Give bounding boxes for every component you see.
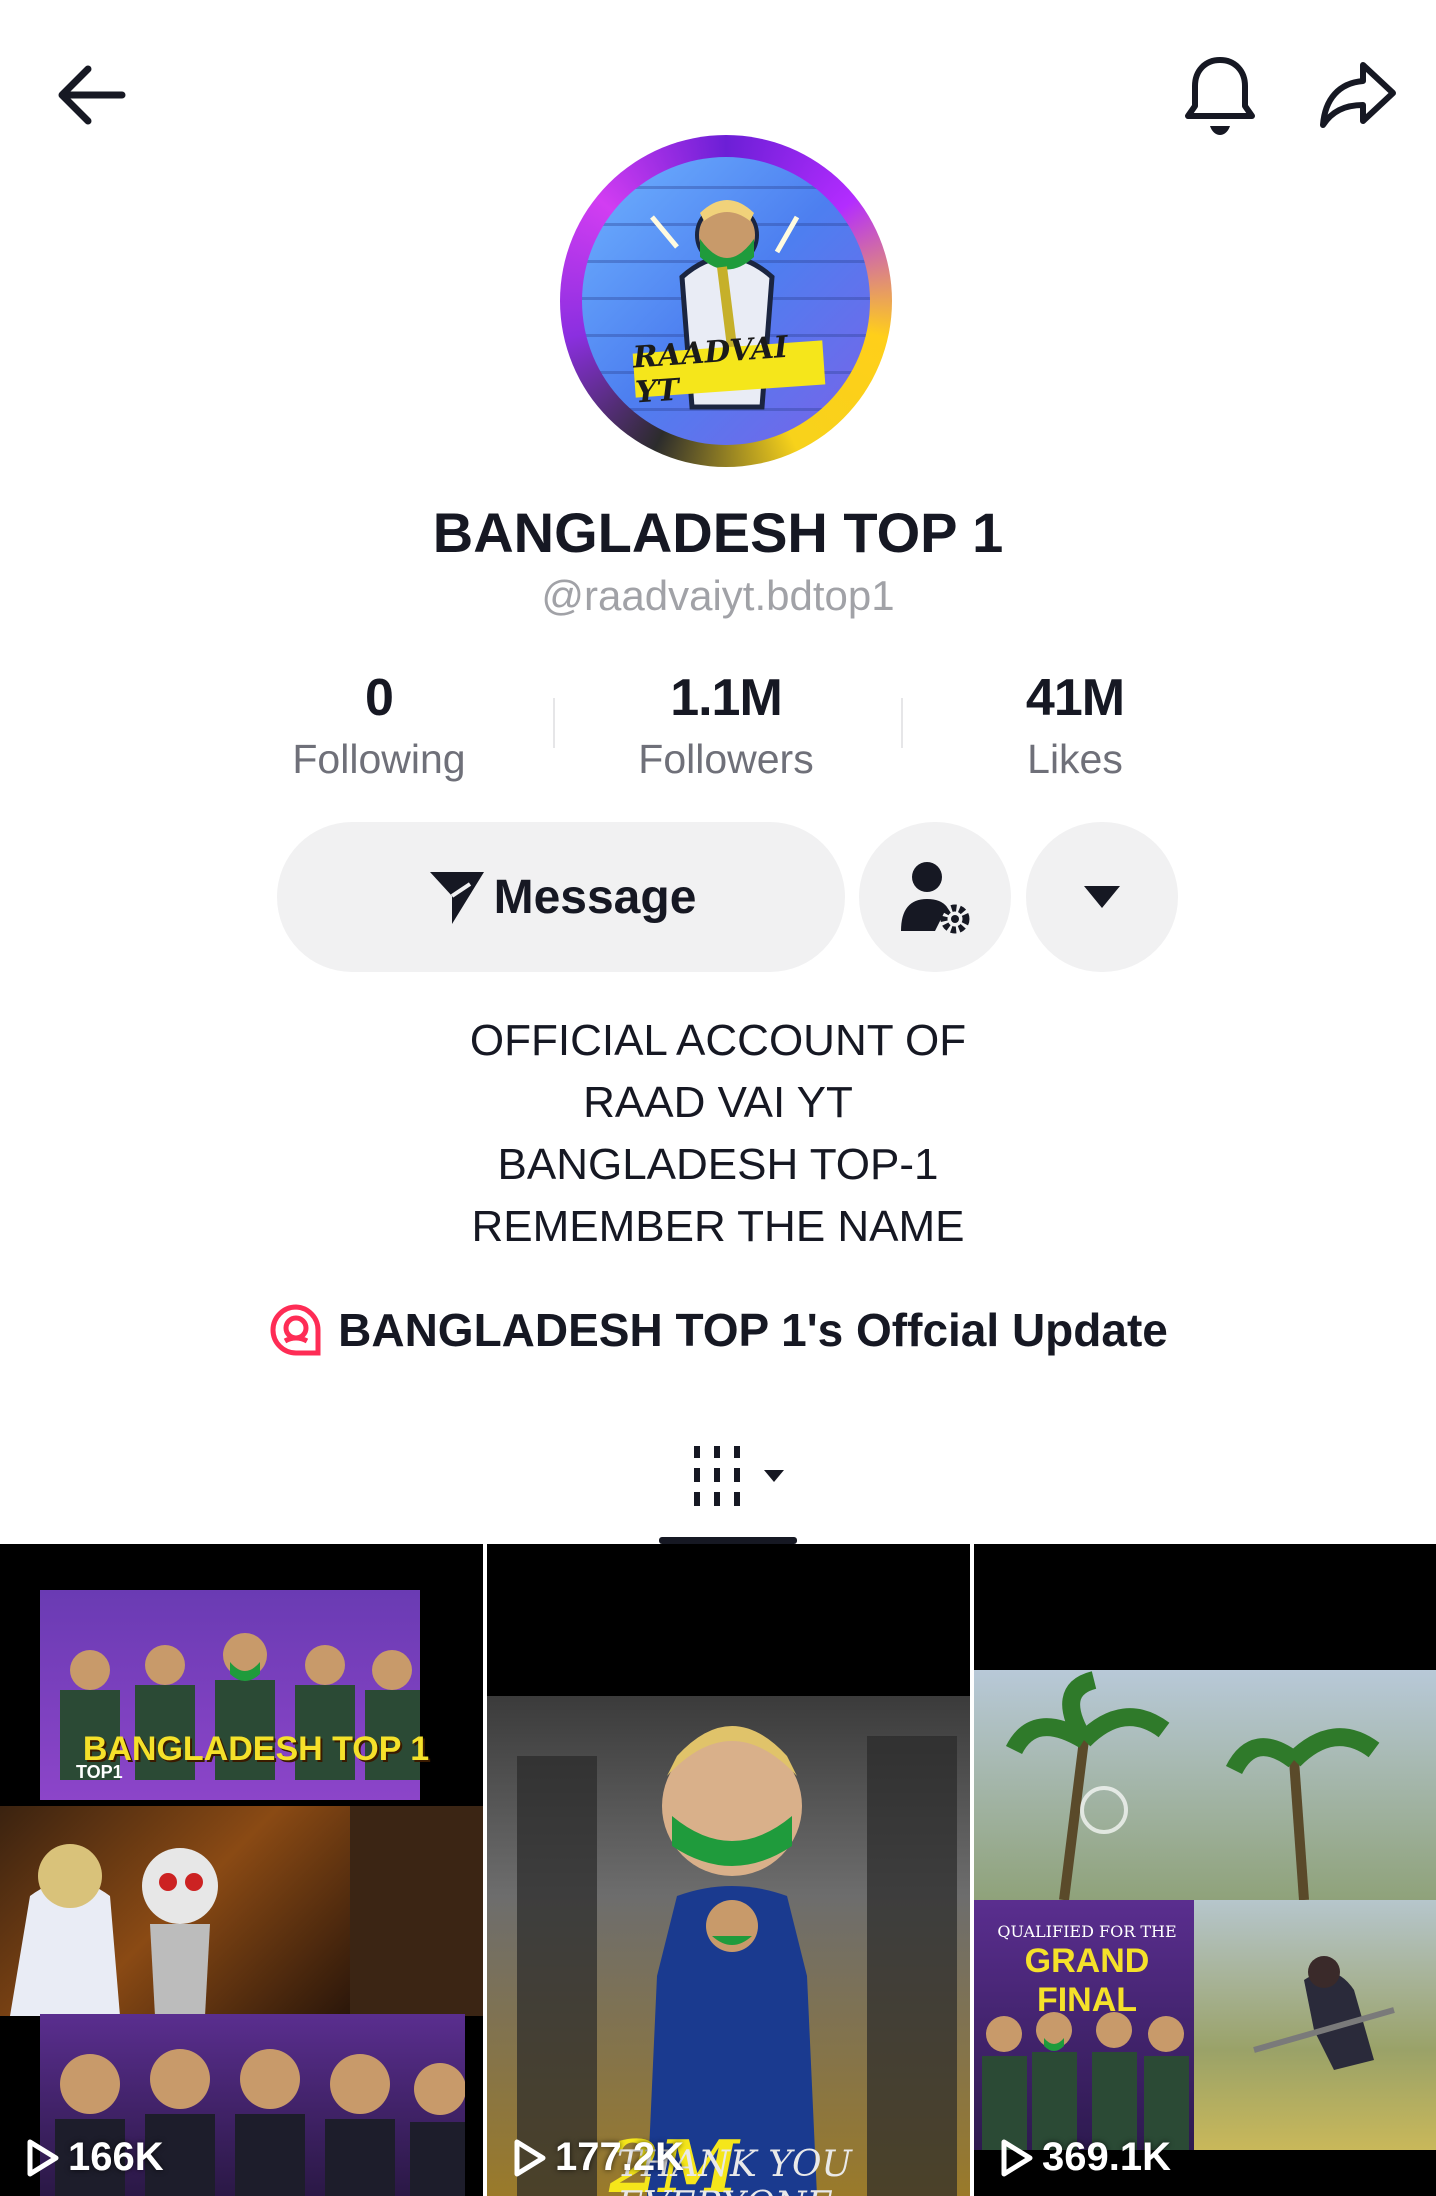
team-graphic [982,2012,1189,2150]
group-chat-icon [270,1304,321,1356]
stat-divider [901,698,903,748]
stat-followers[interactable]: 1.1M Followers [596,662,856,784]
avatar-image: RAADVAI YT [582,157,870,445]
display-name: BANGLADESH TOP 1 [432,501,1004,564]
play-icon [27,2139,59,2176]
stat-likes-label: Likes [1027,736,1123,782]
view-count: 369.1K [996,2135,1171,2180]
friend-settings-button[interactable] [859,822,1011,972]
video-grid: BANGLADESH TOP 1 TOP1 166K 2M THANK YOU … [0,1544,1436,2196]
stat-likes[interactable]: 41M Likes [945,662,1205,784]
video-thumbnail[interactable]: 2M THANK YOU EVERYONE 177.2K [487,1544,970,2196]
stat-likes-value: 41M [1025,669,1125,727]
thumb-side-panel [350,1806,483,2016]
stat-followers-label: Followers [638,736,814,782]
stat-following-label: Following [292,736,466,782]
player-graphic [1253,1956,1395,2070]
avatar[interactable]: RAADVAI YT [560,135,892,467]
play-icon [514,2139,546,2176]
stat-following[interactable]: 0 Following [249,662,509,784]
qualified-headline: QUALIFIED FOR THE [997,1922,1177,1941]
caret-down-icon [1084,886,1120,908]
message-button[interactable]: Message [277,822,845,972]
video-thumbnail[interactable]: BANGLADESH TOP 1 TOP1 166K [0,1544,483,2196]
view-count-value: 177.2K [555,2135,684,2179]
bio: OFFICIAL ACCOUNT OF RAAD VAI YT BANGLADE… [0,1010,1436,1258]
gameplay-graphic [1005,1671,1380,1900]
more-options-dropdown[interactable] [1026,822,1178,972]
bio-line: BANGLADESH TOP-1 [497,1140,939,1189]
back-arrow-icon[interactable] [45,50,135,140]
videos-tab[interactable] [690,1444,790,1510]
view-count-value: 166K [68,2135,164,2179]
message-label: Message [493,870,697,924]
username: @raadvaiyt.bdtop1 [541,572,895,619]
avatar-name-banner: RAADVAI YT [632,330,826,411]
group-chat-label: BANGLADESH TOP 1's Offcial Update [338,1304,1168,1356]
bio-line: REMEMBER THE NAME [471,1202,965,1251]
view-count: 166K [22,2135,164,2180]
stat-following-value: 0 [365,669,394,727]
video-thumbnail[interactable]: QUALIFIED FOR THE GRAND FINAL 369.1K [974,1544,1436,2196]
bio-line: RAAD VAI YT [583,1078,853,1127]
grid-tab-icon [694,1446,784,1506]
message-send-icon [429,872,484,924]
view-count-value: 369.1K [1042,2135,1171,2179]
person-gear-icon [901,862,970,934]
stat-divider [553,698,555,748]
thumb-banner-text: BANGLADESH TOP 1 [82,1730,430,1768]
bio-line: OFFICIAL ACCOUNT OF [469,1016,967,1065]
share-icon[interactable] [1313,50,1403,140]
character-graphic [10,1844,218,2016]
stat-followers-value: 1.1M [670,669,783,727]
tab-indicator [659,1537,797,1544]
character-graphic [517,1726,957,2196]
play-icon [1001,2139,1033,2176]
bell-icon[interactable] [1175,50,1265,140]
thumb-logo-text: TOP1 [76,1762,123,1782]
group-chat-link[interactable]: BANGLADESH TOP 1's Offcial Update [0,1302,1436,1358]
view-count: 177.2K [509,2135,684,2180]
